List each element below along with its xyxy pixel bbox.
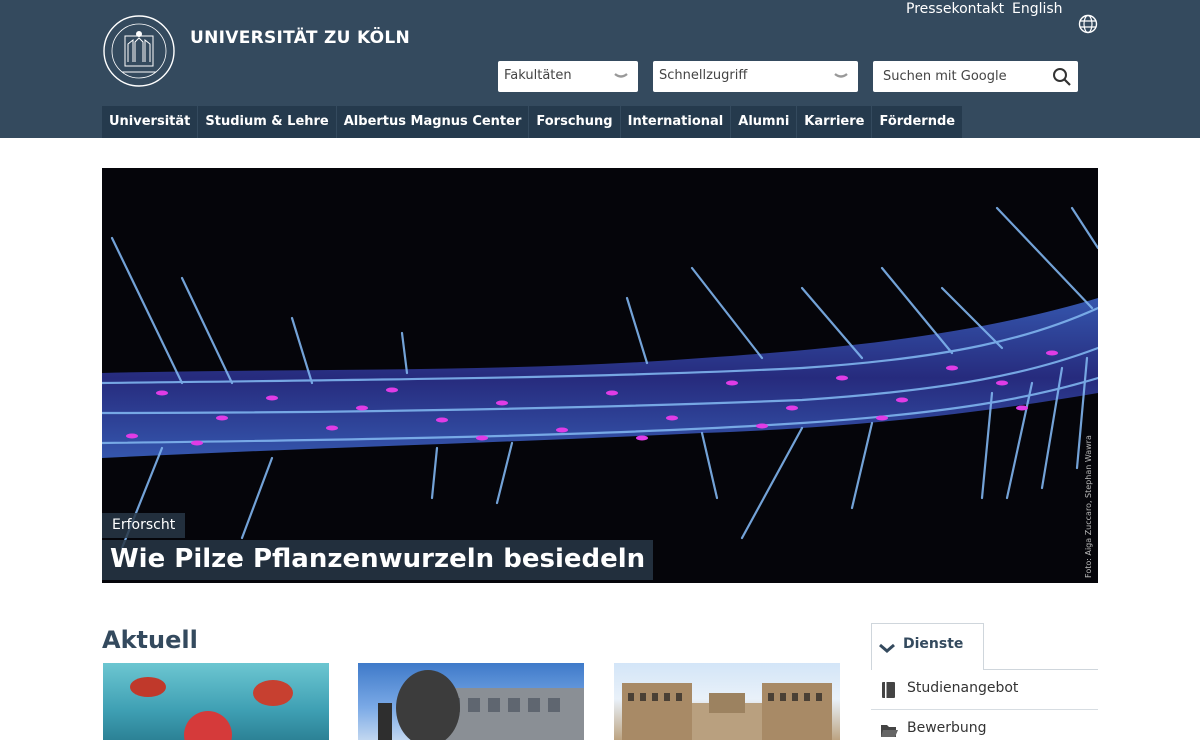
- news-card-image[interactable]: [614, 663, 840, 740]
- news-card-image[interactable]: [103, 663, 329, 740]
- english-link[interactable]: English: [1012, 1, 1063, 17]
- hero-title[interactable]: Wie Pilze Pflanzenwurzeln besiedeln: [102, 540, 654, 580]
- sidebar-item-bewerbung[interactable]: Bewerbung: [871, 710, 1098, 740]
- hero-image: [102, 206, 1098, 550]
- tab-dienste[interactable]: Dienste: [871, 623, 984, 670]
- search-icon[interactable]: [1052, 67, 1072, 87]
- nav-item-albertus-magnus-center[interactable]: Albertus Magnus Center: [336, 106, 529, 138]
- news-card-image[interactable]: [358, 663, 584, 740]
- chevron-down-icon: [879, 643, 895, 653]
- sidebar-item-label: Bewerbung: [907, 720, 987, 736]
- search-input[interactable]: [873, 61, 1043, 92]
- sidebar-item-label: Studienangebot: [907, 680, 1019, 696]
- photo-credit: Foto: Aiga Zuccaro, Stephan Wawra: [1084, 435, 1093, 578]
- main-nav: Universität Studium & Lehre Albertus Mag…: [102, 106, 963, 138]
- book-icon: [882, 682, 895, 698]
- quick-access-select-label: Schnellzugriff: [659, 68, 748, 83]
- site-header: UNIVERSITÄT ZU KÖLN Pressekontakt Englis…: [0, 0, 1200, 138]
- nav-item-studium-lehre[interactable]: Studium & Lehre: [198, 106, 336, 138]
- hero-category-tag: Erforscht: [102, 513, 186, 538]
- brand-name[interactable]: UNIVERSITÄT ZU KÖLN: [190, 28, 410, 48]
- faculties-select[interactable]: Fakultäten: [498, 61, 638, 92]
- chevron-down-icon: [834, 73, 848, 78]
- sidebar-item-studienangebot[interactable]: Studienangebot: [871, 670, 1098, 710]
- chevron-down-icon: [614, 73, 628, 78]
- cells-image: [130, 677, 293, 740]
- nav-item-foerdernde[interactable]: Fördernde: [872, 106, 963, 138]
- folder-icon: [881, 725, 898, 737]
- nav-item-universitaet[interactable]: Universität: [102, 106, 198, 138]
- nav-item-alumni[interactable]: Alumni: [731, 106, 797, 138]
- university-seal-logo[interactable]: [102, 14, 176, 88]
- globe-icon[interactable]: [1078, 14, 1098, 34]
- statue-image: [378, 670, 584, 740]
- nav-item-international[interactable]: International: [620, 106, 731, 138]
- press-contact-link[interactable]: Pressekontakt: [906, 1, 1004, 17]
- faculties-select-label: Fakultäten: [504, 68, 572, 83]
- quick-access-select[interactable]: Schnellzugriff: [653, 61, 858, 92]
- tab-dienste-label: Dienste: [903, 636, 964, 652]
- search-box: [873, 61, 1078, 92]
- nav-item-forschung[interactable]: Forschung: [529, 106, 620, 138]
- university-building-image: [622, 683, 832, 740]
- news-section-title: Aktuell: [102, 626, 198, 654]
- nav-item-karriere[interactable]: Karriere: [797, 106, 872, 138]
- hero-teaser[interactable]: Erforscht Wie Pilze Pflanzenwurzeln besi…: [102, 168, 1098, 583]
